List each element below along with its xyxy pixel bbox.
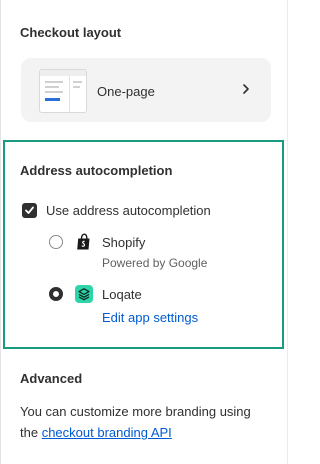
- shopify-option-label[interactable]: Shopify: [102, 235, 145, 250]
- radio-shopify[interactable]: [49, 235, 63, 249]
- checkout-branding-api-link[interactable]: checkout branding API: [42, 425, 172, 440]
- checkout-layout-heading: Checkout layout: [20, 25, 122, 40]
- check-icon: [25, 206, 34, 214]
- advanced-description: You can customize more branding using th…: [20, 401, 270, 443]
- checkout-layout-option[interactable]: One-page: [21, 58, 271, 122]
- layout-option-label: One-page: [97, 84, 155, 99]
- address-autocompletion-heading: Address autocompletion: [20, 163, 173, 178]
- chevron-right-icon: [243, 84, 249, 94]
- checkbox-label[interactable]: Use address autocompletion: [46, 203, 211, 218]
- radio-loqate[interactable]: [49, 287, 63, 301]
- shopify-option-subtitle: Powered by Google: [102, 256, 208, 270]
- left-border: [0, 0, 1, 464]
- loqate-icon: [75, 285, 93, 303]
- shopify-bag-icon: [77, 233, 90, 250]
- edit-app-settings-link[interactable]: Edit app settings: [102, 310, 198, 325]
- loqate-option-label[interactable]: Loqate: [102, 287, 142, 302]
- address-autocompletion-checkbox[interactable]: [22, 203, 37, 218]
- layout-thumbnail: [39, 69, 87, 113]
- advanced-heading: Advanced: [20, 371, 83, 386]
- panel-divider: [287, 0, 288, 464]
